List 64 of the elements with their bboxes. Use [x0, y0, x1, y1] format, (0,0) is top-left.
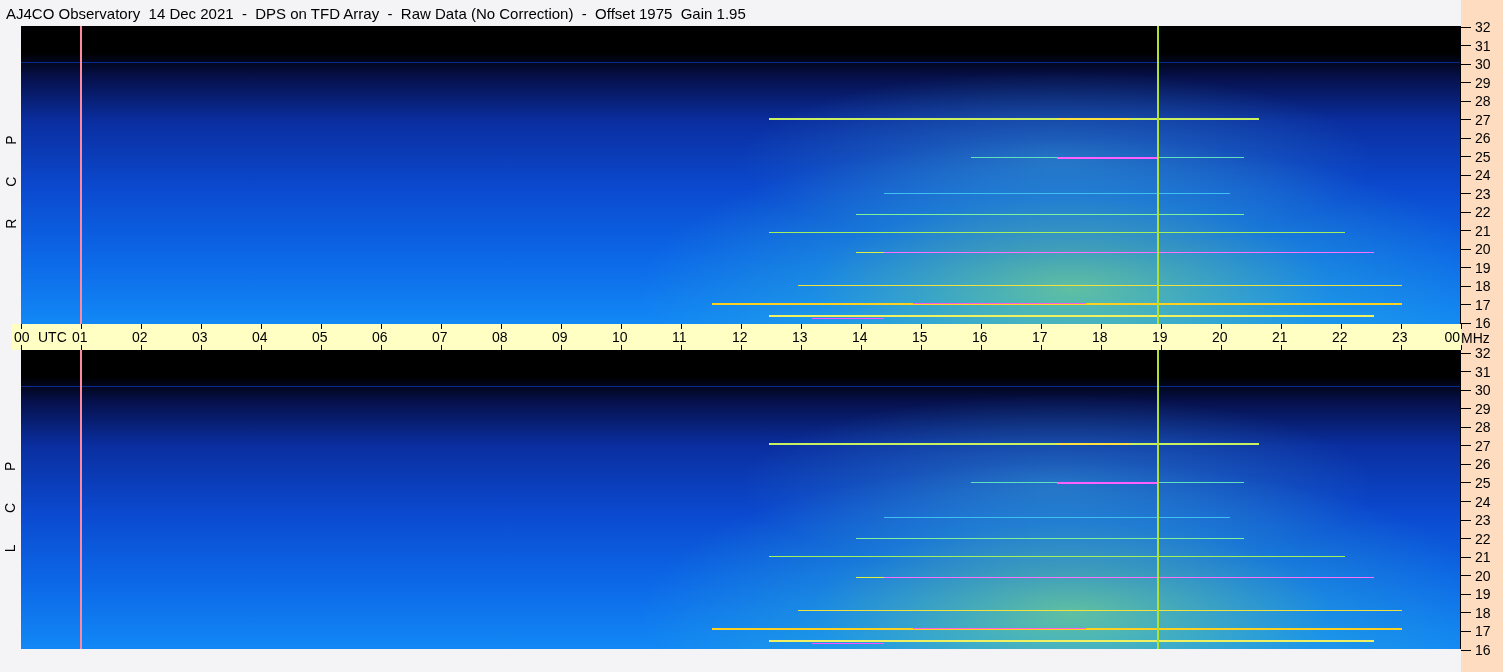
frequency-label: 27: [1475, 439, 1491, 452]
time-label: 23: [1392, 329, 1408, 345]
time-label: 06: [372, 329, 388, 345]
timezone-label: UTC: [38, 329, 67, 345]
frequency-label: 20: [1475, 569, 1491, 582]
polarization-label: R C P: [3, 121, 18, 229]
frequency-label: 17: [1475, 625, 1491, 638]
frequency-label: 25: [1475, 476, 1491, 489]
time-label: 13: [792, 329, 808, 345]
time-label: 22: [1332, 329, 1348, 345]
frequency-label: 26: [1475, 132, 1491, 144]
time-label: 07: [432, 329, 448, 345]
frequency-label: 30: [1475, 58, 1491, 70]
frequency-label: 28: [1475, 421, 1491, 434]
frequency-label: 32: [1475, 347, 1491, 359]
frequency-label: 29: [1475, 402, 1491, 415]
time-label: 21: [1272, 329, 1288, 345]
frequency-label: 32: [1475, 21, 1491, 33]
time-label: 03: [192, 329, 208, 345]
time-label: 20: [1212, 329, 1228, 345]
frequency-label: 17: [1475, 298, 1491, 311]
frequency-label: 22: [1475, 532, 1491, 545]
frequency-label: 30: [1475, 384, 1491, 397]
frequency-label: 21: [1475, 551, 1491, 564]
time-label: 11: [672, 329, 687, 345]
frequency-label: 23: [1475, 514, 1491, 527]
frequency-label: 31: [1475, 365, 1491, 378]
time-label: 12: [732, 329, 748, 345]
frequency-label: 20: [1475, 243, 1491, 255]
time-label: 04: [252, 329, 268, 345]
frequency-label: 19: [1475, 588, 1491, 601]
frequency-label: 19: [1475, 261, 1491, 274]
time-label: 18: [1092, 329, 1108, 345]
frequency-label: 22: [1475, 206, 1491, 218]
time-label: 02: [132, 329, 148, 345]
frequency-label: 16: [1475, 644, 1491, 656]
time-label: 17: [1032, 329, 1048, 345]
unit-label: MHz: [1461, 331, 1490, 345]
time-label: 01: [72, 329, 88, 345]
time-label: 15: [912, 329, 928, 345]
time-label: 00: [14, 329, 30, 345]
frequency-label: 27: [1475, 113, 1491, 126]
frequency-label: 24: [1475, 169, 1491, 181]
frequency-label: 16: [1475, 317, 1491, 329]
time-label: 00: [1444, 329, 1460, 345]
frequency-label: 18: [1475, 606, 1491, 619]
frequency-label: 26: [1475, 458, 1491, 471]
time-label: 09: [552, 329, 568, 345]
window-title: AJ4CO Observatory 14 Dec 2021 - DPS on TFD Array - Raw Data (No Correction) - Offset 1975 Gain 1.95: [6, 5, 746, 21]
frequency-label: 18: [1475, 280, 1491, 292]
time-label: 05: [312, 329, 328, 345]
time-label: 16: [972, 329, 988, 345]
time-label: 10: [612, 329, 628, 345]
frequency-label: 31: [1475, 39, 1491, 52]
frequency-label: 29: [1475, 76, 1491, 89]
time-label: 19: [1152, 329, 1168, 345]
time-label: 08: [492, 329, 508, 345]
frequency-label: 21: [1475, 224, 1491, 237]
time-label: 14: [852, 329, 868, 345]
polarization-label: L C P: [3, 447, 18, 552]
frequency-label: 28: [1475, 95, 1491, 107]
frequency-label: 25: [1475, 150, 1491, 163]
frequency-label: 23: [1475, 187, 1491, 200]
frequency-label: 24: [1475, 495, 1491, 508]
